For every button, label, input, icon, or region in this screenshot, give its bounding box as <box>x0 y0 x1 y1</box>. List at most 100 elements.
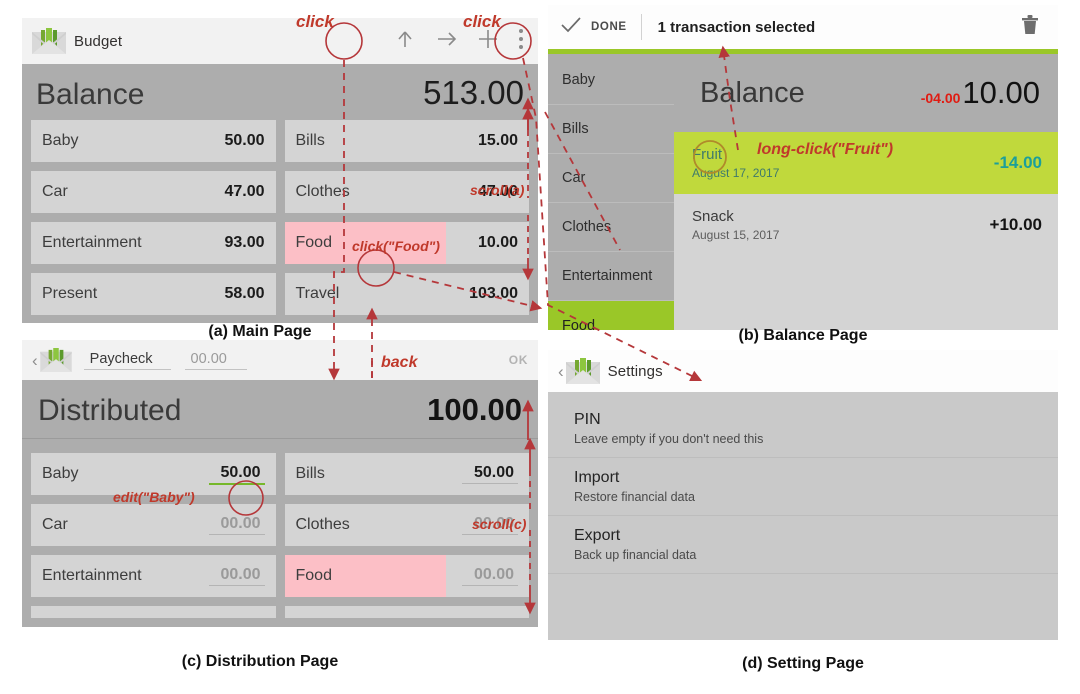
distribution-row-partial <box>22 606 538 627</box>
caption-main-page: (a) Main Page <box>208 323 312 340</box>
category-cell-travel[interactable]: Travel 103.00 <box>284 273 529 315</box>
budget-envelope-logo-icon <box>39 348 72 372</box>
back-chevron-icon[interactable]: ‹ <box>558 363 564 380</box>
transaction-row[interactable]: Snack August 15, 2017 +10.00 <box>674 194 1058 256</box>
distribution-row: Entertainment 00.00 Food 00.00 <box>22 555 538 606</box>
balance-value: 513.00 <box>423 74 524 111</box>
category-cell-bills[interactable]: Bills 15.00 <box>284 120 529 162</box>
balance-content: Balance -04.0010.00 Fruit August 17, 201… <box>674 54 1058 330</box>
distribution-row: Car 00.00 Clothes 00.00 <box>22 504 538 555</box>
category-tab-list: Baby Bills Car Clothes Entertainment Foo… <box>548 54 674 330</box>
trash-icon[interactable] <box>1020 13 1040 41</box>
category-amount-input[interactable]: 00.00 <box>208 566 265 586</box>
caption-distribution-page: (c) Distribution Page <box>181 653 339 670</box>
transaction-amount: -14.00 <box>993 153 1042 172</box>
budget-envelope-logo-icon <box>32 28 66 54</box>
settings-item-subtitle: Leave empty if you don't need this <box>574 432 764 446</box>
category-value: 58.00 <box>224 285 265 302</box>
balance-amount-group: -04.0010.00 <box>921 75 1040 111</box>
category-value: 50.00 <box>224 132 265 149</box>
annotation-click-up: click <box>296 12 334 31</box>
category-amount-input[interactable]: 00.00 <box>208 515 265 535</box>
check-icon <box>560 16 582 39</box>
category-name: Travel <box>295 285 340 302</box>
balance-body: Baby Bills Car Clothes Entertainment Foo… <box>548 54 1058 330</box>
transaction-date: August 15, 2017 <box>692 228 780 242</box>
paycheck-amount-input[interactable]: 00.00 <box>184 351 247 370</box>
settings-item-title: Import <box>574 469 620 486</box>
balance-tab-entertainment[interactable]: Entertainment <box>548 252 674 301</box>
settings-item-subtitle: Restore financial data <box>574 490 695 504</box>
distributed-label: Distributed <box>38 394 182 427</box>
settings-item-pin[interactable]: PIN Leave empty if you don't need this <box>548 400 1058 458</box>
figure-root: Budget Balance 513.00 Baby 50.00 Bills 1… <box>0 0 1080 694</box>
main-page-panel: Budget Balance 513.00 Baby 50.00 Bills 1… <box>22 18 538 323</box>
category-name: Baby <box>42 465 79 482</box>
annotation-click-food: click("Food") <box>352 238 440 254</box>
distribution-cell-entertainment[interactable]: Entertainment 00.00 <box>31 555 276 597</box>
balance-label: Balance <box>36 78 145 111</box>
page-title: Settings <box>607 362 663 380</box>
balance-value: 10.00 <box>962 75 1040 110</box>
balance-tab-bills[interactable]: Bills <box>548 105 674 154</box>
caption-balance-page: (b) Balance Page <box>738 327 868 344</box>
transaction-list: Fruit August 17, 2017 -14.00 Snack Augus… <box>674 132 1058 330</box>
category-name: Bills <box>295 465 325 482</box>
settings-item-export[interactable]: Export Back up financial data <box>548 516 1058 574</box>
annotation-scroll-c: scroll(c) <box>472 516 527 532</box>
arrow-right-icon[interactable] <box>434 26 460 57</box>
distribution-cell-partial[interactable] <box>31 606 276 618</box>
category-name: Car <box>42 183 68 200</box>
settings-appbar: ‹ Settings <box>548 350 1058 392</box>
overflow-menu-icon[interactable] <box>518 28 524 55</box>
category-cell-present[interactable]: Present 58.00 <box>31 273 276 315</box>
settings-item-title: PIN <box>574 411 601 428</box>
tab-label: Baby <box>562 72 596 88</box>
annotation-scroll-a: scroll(a) <box>470 182 525 198</box>
category-name: Food <box>295 567 332 584</box>
category-value: 47.00 <box>224 183 265 200</box>
category-cell-baby[interactable]: Baby 50.00 <box>31 120 276 162</box>
balance-summary: Balance 513.00 <box>22 64 538 120</box>
selection-appbar: DONE 1 transaction selected <box>548 5 1058 49</box>
category-cell-entertainment[interactable]: Entertainment 93.00 <box>31 222 276 264</box>
category-value: 93.00 <box>224 234 265 251</box>
category-name: Bills <box>295 132 325 149</box>
distributed-value: 100.00 <box>427 392 522 427</box>
transaction-amount: +10.00 <box>989 215 1042 234</box>
back-chevron-icon[interactable]: ‹ <box>32 352 38 369</box>
balance-tab-car[interactable]: Car <box>548 154 674 203</box>
tab-label: Bills <box>562 121 589 137</box>
done-button[interactable]: DONE <box>560 14 642 40</box>
balance-tab-baby[interactable]: Baby <box>548 56 674 105</box>
category-amount-input[interactable]: 50.00 <box>208 464 265 485</box>
settings-item-import[interactable]: Import Restore financial data <box>548 458 1058 516</box>
category-row: Baby 50.00 Bills 15.00 <box>22 120 538 171</box>
balance-delta: -04.00 <box>920 90 961 106</box>
distribution-cell-car[interactable]: Car 00.00 <box>31 504 276 546</box>
distribution-cell-food[interactable]: Food 00.00 <box>284 555 529 597</box>
category-name: Present <box>42 285 98 302</box>
settings-item-title: Export <box>574 527 621 544</box>
balance-header: Balance -04.0010.00 <box>674 54 1058 132</box>
category-name: Car <box>42 516 68 533</box>
distribution-cell-partial[interactable] <box>284 606 529 618</box>
distribution-cell-bills[interactable]: Bills 50.00 <box>284 453 529 495</box>
balance-tab-food[interactable]: Food <box>548 301 674 330</box>
category-amount-input[interactable]: 00.00 <box>462 566 518 586</box>
balance-label: Balance <box>700 76 805 109</box>
category-row: Car 47.00 Clothes 47.00 <box>22 171 538 222</box>
balance-page-panel: DONE 1 transaction selected Baby Bills C… <box>548 5 1058 330</box>
category-cell-car[interactable]: Car 47.00 <box>31 171 276 213</box>
arrow-up-circle-icon[interactable] <box>392 26 418 57</box>
category-amount-input[interactable]: 50.00 <box>462 464 518 484</box>
category-row: Present 58.00 Travel 103.00 <box>22 273 538 323</box>
done-label: DONE <box>591 21 627 33</box>
settings-page-panel: ‹ Settings PIN Leave empty if you don't … <box>548 350 1058 640</box>
paycheck-label[interactable]: Paycheck <box>83 351 171 370</box>
main-page-appbar: Budget <box>22 18 538 64</box>
category-name: Baby <box>42 132 79 149</box>
ok-button[interactable]: OK <box>509 353 528 367</box>
balance-tab-clothes[interactable]: Clothes <box>548 203 674 252</box>
budget-envelope-logo-icon <box>565 358 600 384</box>
